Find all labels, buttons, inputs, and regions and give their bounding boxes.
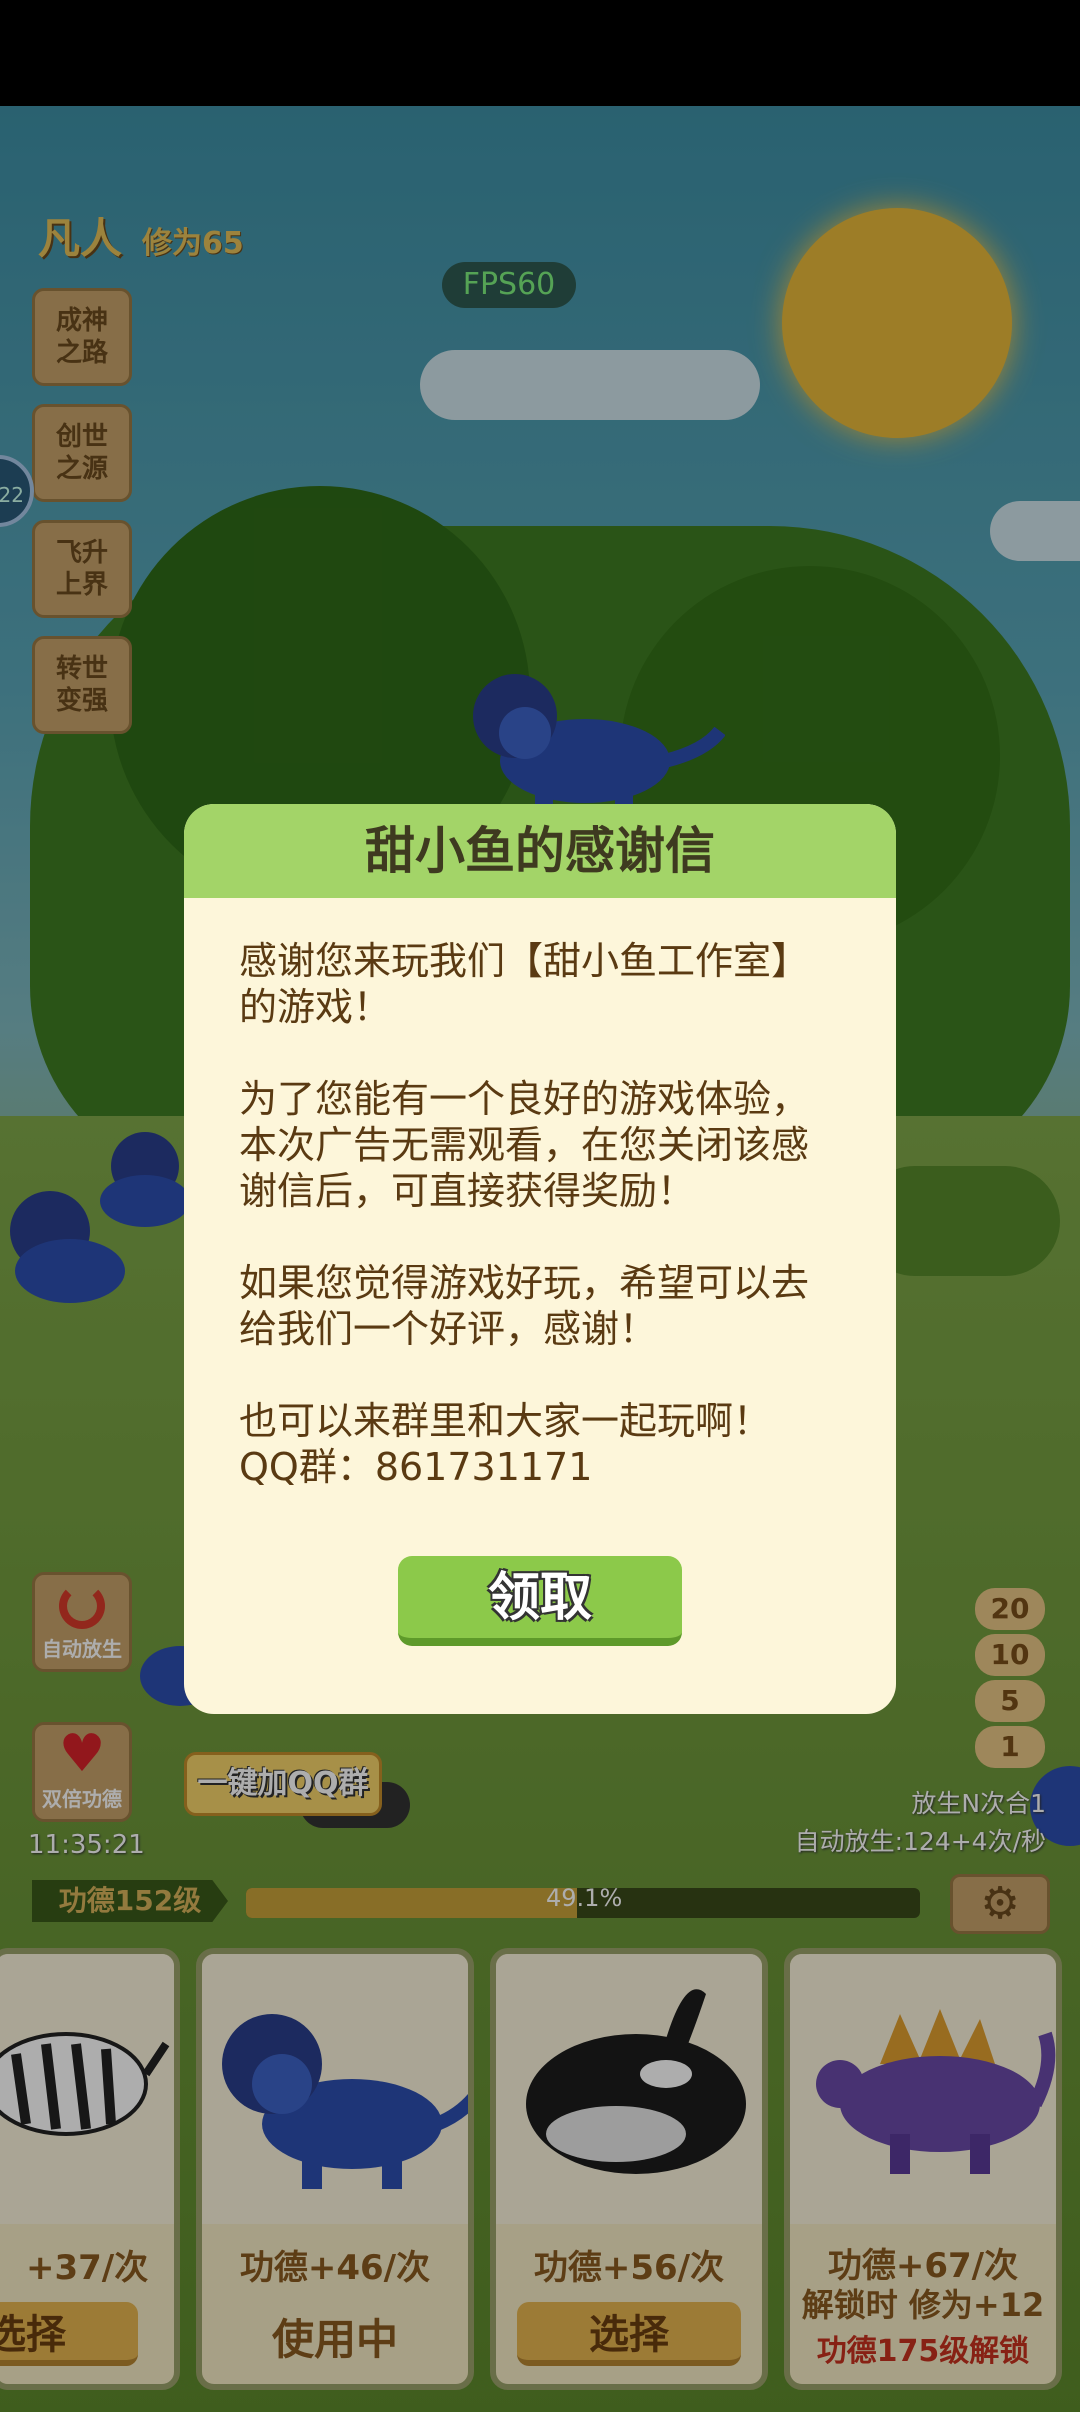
dialog-paragraph: 也可以来群里和大家一起玩啊！	[239, 1399, 772, 1443]
status-bar	[0, 0, 1080, 106]
dialog-paragraph: 如果您觉得游戏好玩，希望可以去给我们一个好评，感谢！	[239, 1261, 810, 1351]
dialog-title: 甜小鱼的感谢信	[365, 822, 715, 880]
qq-group-number: QQ群：861731171	[239, 1445, 593, 1489]
dialog-header: 甜小鱼的感谢信	[184, 804, 896, 898]
thank-you-dialog: 甜小鱼的感谢信 感谢您来玩我们【甜小鱼工作室】的游戏！ 为了您能有一个良好的游戏…	[184, 804, 896, 1714]
dialog-paragraph: 感谢您来玩我们【甜小鱼工作室】的游戏！	[239, 939, 810, 1029]
dialog-paragraph: 为了您能有一个良好的游戏体验，本次广告无需观看，在您关闭该感谢信后，可直接获得奖…	[239, 1077, 810, 1213]
claim-button[interactable]: 领取	[398, 1556, 682, 1646]
dialog-body: 感谢您来玩我们【甜小鱼工作室】的游戏！ 为了您能有一个良好的游戏体验，本次广告无…	[184, 898, 896, 1490]
